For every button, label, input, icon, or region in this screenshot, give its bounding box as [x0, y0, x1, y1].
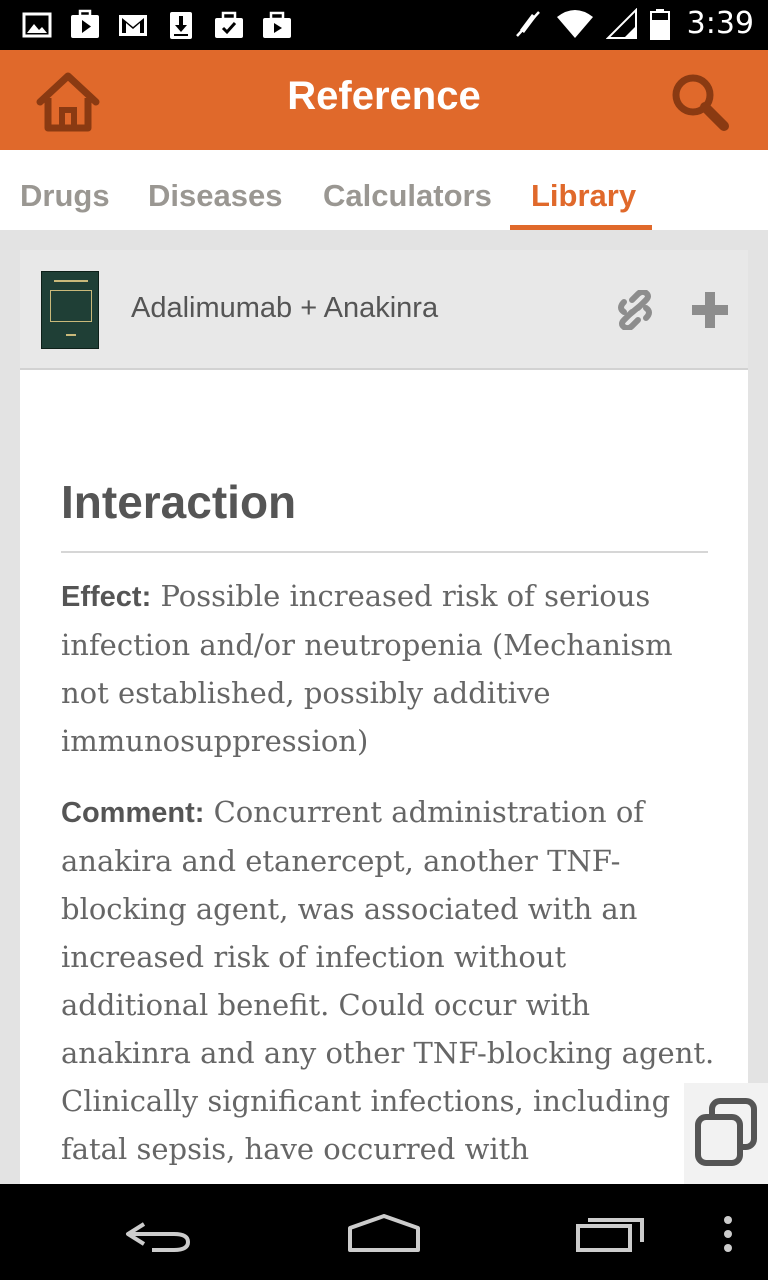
tab-drugs[interactable]: Drugs [20, 178, 110, 214]
signal-icon [605, 7, 639, 41]
menu-icon[interactable] [716, 1204, 740, 1260]
recents-icon[interactable] [574, 1204, 646, 1260]
back-icon[interactable] [124, 1204, 194, 1260]
tab-calculators[interactable]: Calculators [323, 178, 492, 214]
play-store-icon [68, 8, 102, 42]
link-icon[interactable] [614, 288, 656, 332]
comment-label: Comment: [61, 797, 205, 829]
interaction-card: Adalimumab + Anakinra Interaction Effect… [20, 250, 748, 1184]
tab-bar: Drugs Diseases Calculators Library [0, 150, 768, 230]
section-heading: Interaction [61, 476, 297, 528]
effect-text: Possible increased risk of serious infec… [61, 579, 673, 758]
add-icon[interactable] [690, 290, 730, 330]
status-time: 3:39 [686, 6, 754, 41]
image-icon [20, 8, 54, 42]
status-bar: 3:39 [0, 0, 768, 50]
download-icon [164, 8, 198, 42]
app-bar: Reference [0, 50, 768, 150]
notification-icons [20, 8, 294, 42]
page-title: Reference [287, 74, 481, 118]
play-store-update-icon [212, 8, 246, 42]
effect-label: Effect: [61, 581, 152, 613]
play-store-update-icon [260, 8, 294, 42]
copy-windows-button[interactable] [684, 1083, 768, 1184]
comment-paragraph: Comment: Concurrent administration of an… [61, 788, 721, 1173]
wifi-icon [555, 7, 595, 41]
comment-text: Concurrent administration of anakira and… [61, 795, 715, 1166]
navigation-bar [0, 1184, 768, 1280]
card-header: Adalimumab + Anakinra [20, 250, 748, 370]
search-icon[interactable] [668, 70, 732, 134]
gmail-icon [116, 8, 150, 42]
tab-library[interactable]: Library [531, 178, 636, 214]
copy-windows-icon [695, 1098, 757, 1166]
tab-diseases[interactable]: Diseases [148, 178, 282, 214]
book-cover-thumbnail[interactable] [41, 271, 99, 349]
heading-divider [61, 551, 708, 553]
home-nav-icon[interactable] [346, 1204, 422, 1260]
battery-icon [649, 7, 671, 41]
system-icons: 3:39 [511, 6, 754, 41]
effect-paragraph: Effect: Possible increased risk of serio… [61, 572, 721, 765]
card-title: Adalimumab + Anakinra [131, 292, 439, 324]
mute-icon [511, 7, 545, 41]
